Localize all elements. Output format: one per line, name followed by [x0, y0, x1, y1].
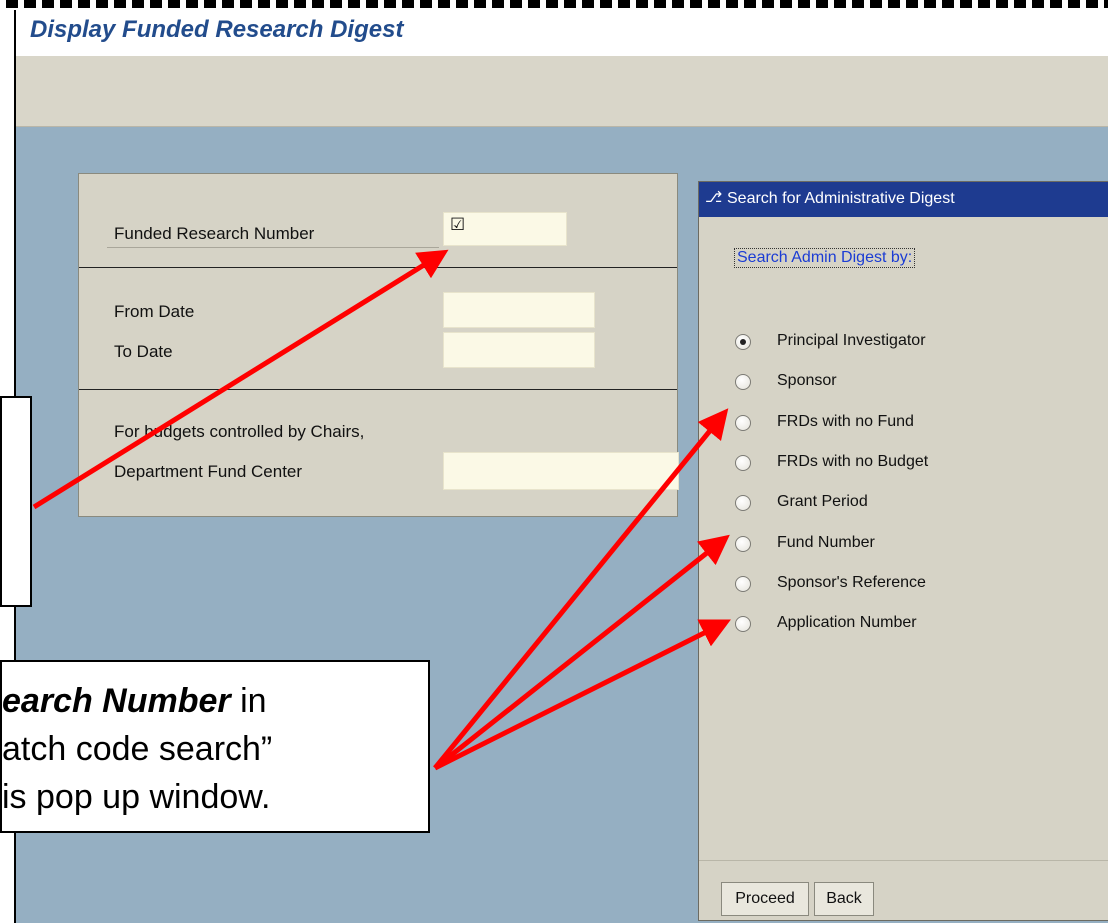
- radio-button[interactable]: [735, 495, 751, 511]
- callout-line-2: atch code search”: [2, 730, 273, 768]
- radio-button[interactable]: [735, 415, 751, 431]
- frn-label: Funded Research Number: [114, 224, 315, 243]
- radio-label: Application Number: [777, 614, 917, 631]
- section-divider: [79, 389, 677, 390]
- from-date-label: From Date: [114, 302, 195, 321]
- application-toolbar: [16, 56, 1108, 127]
- radio-button[interactable]: [735, 616, 751, 632]
- dashed-border-top: [6, 0, 1108, 8]
- radio-label: FRDs with no Budget: [777, 453, 929, 470]
- title-bar: Display Funded Research Digest: [16, 10, 1108, 56]
- to-date-label: To Date: [114, 342, 173, 361]
- to-date-input[interactable]: [443, 332, 595, 368]
- callout-line-3: is pop up window.: [2, 778, 271, 816]
- section-divider: [79, 267, 677, 268]
- search-popup: ⎇ Search for Administrative Digest Searc…: [698, 181, 1108, 921]
- popup-divider: [699, 860, 1108, 861]
- proceed-button[interactable]: Proceed: [721, 882, 809, 916]
- back-button[interactable]: Back: [814, 882, 874, 916]
- radio-label: Sponsor's Reference: [777, 574, 926, 591]
- match-code-icon[interactable]: ☑: [450, 215, 465, 235]
- page-title: Display Funded Research Digest: [30, 16, 404, 43]
- radio-button[interactable]: [735, 334, 751, 350]
- dept-fund-center-input[interactable]: [443, 452, 679, 490]
- radio-button[interactable]: [735, 536, 751, 552]
- selection-panel: Funded Research Number ☑ From Date To Da…: [78, 173, 679, 517]
- callout-line-1: earch Number in: [2, 682, 267, 721]
- radio-button[interactable]: [735, 374, 751, 390]
- radio-label: FRDs with no Fund: [777, 413, 914, 430]
- popup-title-bar[interactable]: ⎇ Search for Administrative Digest: [699, 182, 1108, 217]
- radio-label: Sponsor: [777, 372, 837, 389]
- frn-input[interactable]: ☑: [443, 212, 567, 246]
- radio-label: Fund Number: [777, 534, 875, 551]
- radio-label: Principal Investigator: [777, 332, 926, 349]
- from-date-input[interactable]: [443, 292, 595, 328]
- callout-box-partial: [0, 396, 32, 607]
- dept-fund-center-label: Department Fund Center: [114, 462, 303, 481]
- callout-box: earch Number in atch code search” is pop…: [0, 660, 430, 833]
- search-by-label: Search Admin Digest by:: [734, 248, 916, 268]
- budget-note: For budgets controlled by Chairs,: [114, 422, 365, 441]
- radio-button[interactable]: [735, 576, 751, 592]
- window-icon: ⎇: [705, 188, 723, 206]
- radio-label: Grant Period: [777, 493, 868, 510]
- popup-title: Search for Administrative Digest: [727, 190, 955, 207]
- callout-line-1-rest: in: [230, 682, 267, 720]
- radio-button[interactable]: [735, 455, 751, 471]
- frn-underline: [107, 247, 439, 248]
- callout-emphasis: earch Number: [2, 682, 231, 720]
